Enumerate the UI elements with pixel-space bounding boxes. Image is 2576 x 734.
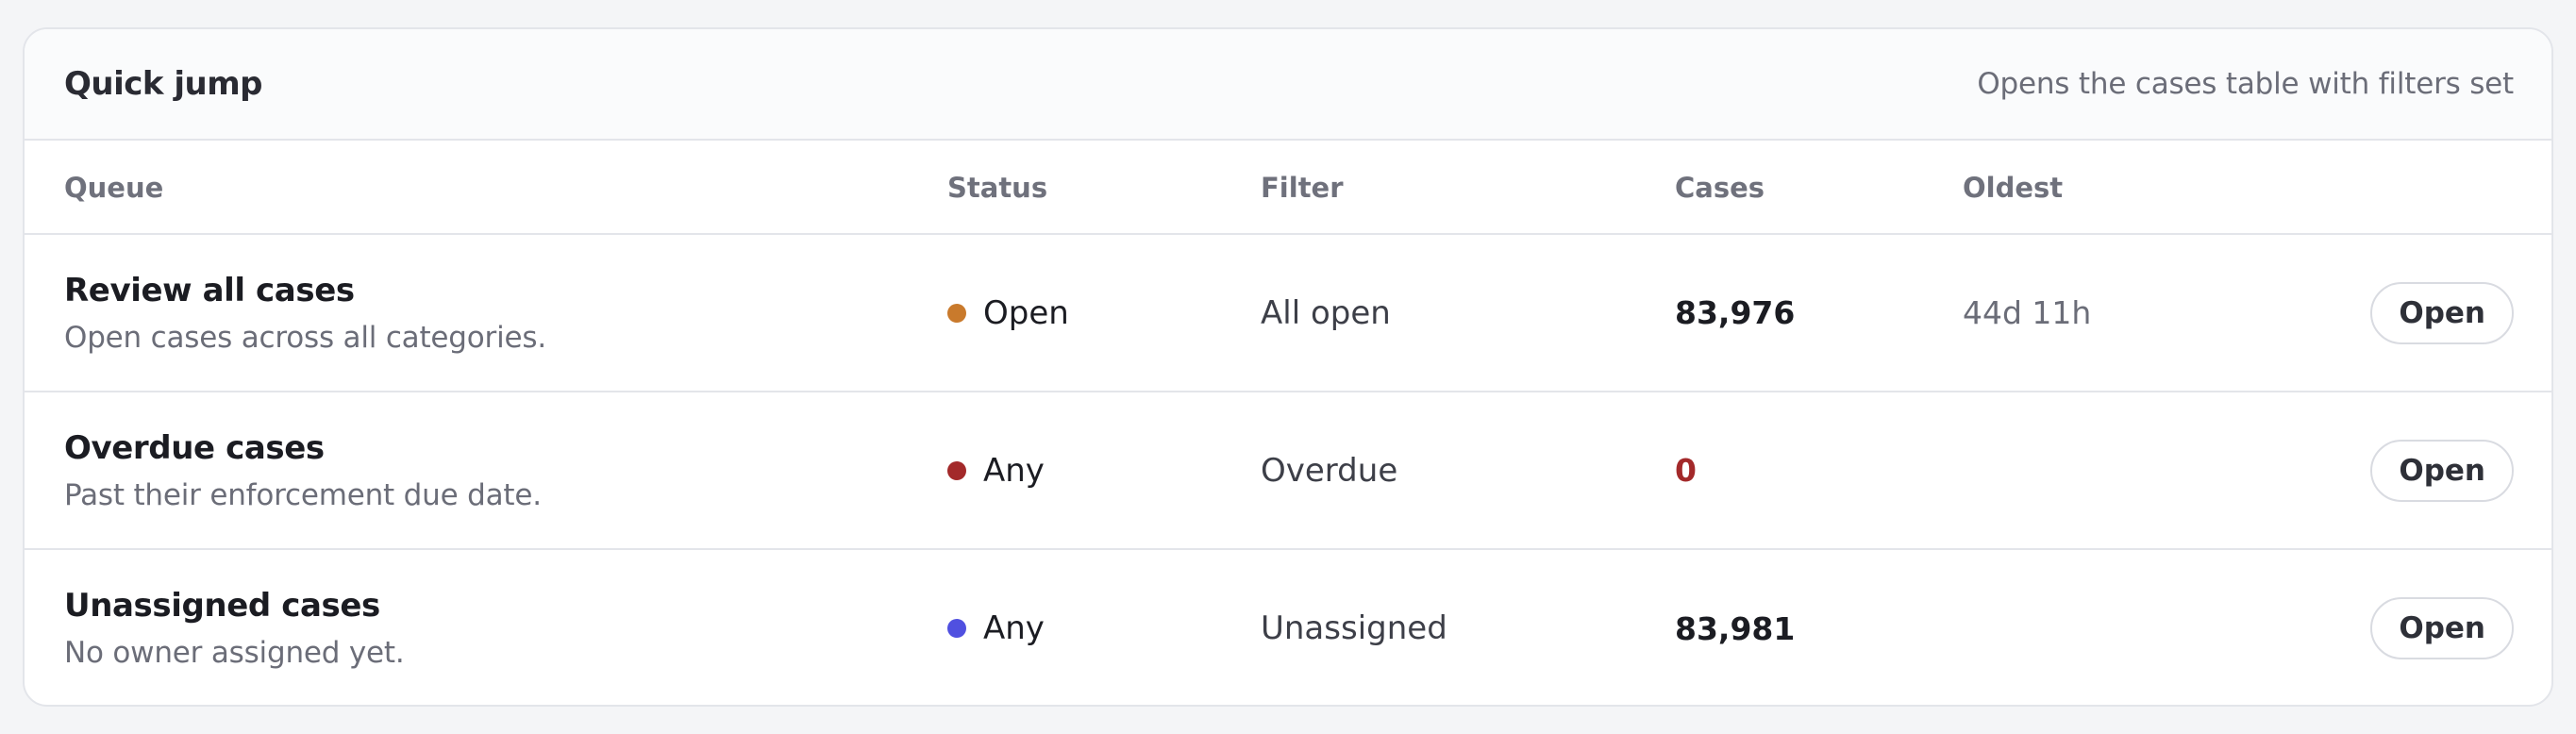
filter-cell: All open [1261,235,1391,391]
queue-description: No owner assigned yet. [64,636,405,670]
table-header: Queue Status Filter Cases Oldest [25,141,2551,235]
status-dot-icon [947,619,966,638]
queue-cell: Review all cases Open cases across all c… [64,235,546,391]
card-subtitle: Opens the cases table with filters set [1977,67,2514,101]
status-cell: Any [947,392,1045,548]
open-button[interactable]: Open [2370,439,2514,502]
status-cell: Open [947,235,1069,391]
column-header-oldest: Oldest [1963,172,2064,204]
status-label: Any [983,609,1045,647]
cases-cell: 83,981 [1675,550,1796,705]
cases-cell: 0 [1675,392,1697,548]
queue-description: Past their enforcement due date. [64,477,542,512]
table-row: Unassigned cases No owner assigned yet. … [25,550,2551,705]
queue-cell: Overdue cases Past their enforcement due… [64,392,542,548]
oldest-cell: 44d 11h [1963,235,2091,391]
column-header-cases: Cases [1675,172,1765,204]
open-button[interactable]: Open [2370,597,2514,659]
cases-count: 83,981 [1675,609,1796,647]
quick-jump-card: Quick jump Opens the cases table with fi… [23,27,2553,707]
filter-label: Unassigned [1261,609,1447,647]
cases-cell: 83,976 [1675,235,1795,391]
filter-cell: Overdue [1261,392,1397,548]
status-label: Any [983,451,1045,490]
filter-label: Overdue [1261,451,1398,490]
status-dot-icon [947,303,966,323]
table-row: Overdue cases Past their enforcement due… [25,392,2551,550]
oldest-age: 44d 11h [1963,294,2092,331]
cases-count: 83,976 [1675,294,1796,331]
queue-title: Review all cases [64,271,355,309]
column-header-filter: Filter [1261,172,1344,204]
table-row: Review all cases Open cases across all c… [25,235,2551,392]
cases-count: 0 [1675,452,1697,489]
queue-title: Overdue cases [64,428,325,467]
status-cell: Any [947,550,1045,705]
column-header-queue: Queue [64,172,164,204]
filter-label: All open [1261,293,1391,332]
card-header: Quick jump Opens the cases table with fi… [25,29,2551,141]
table-body: Review all cases Open cases across all c… [25,235,2551,705]
status-dot-icon [947,460,966,480]
filter-cell: Unassigned [1261,550,1447,705]
queue-description: Open cases across all categories. [64,320,546,355]
open-button[interactable]: Open [2370,281,2514,344]
card-title: Quick jump [64,65,263,103]
queue-cell: Unassigned cases No owner assigned yet. [64,550,405,705]
status-label: Open [983,293,1069,332]
queue-title: Unassigned cases [64,587,380,625]
column-header-status: Status [947,172,1048,204]
